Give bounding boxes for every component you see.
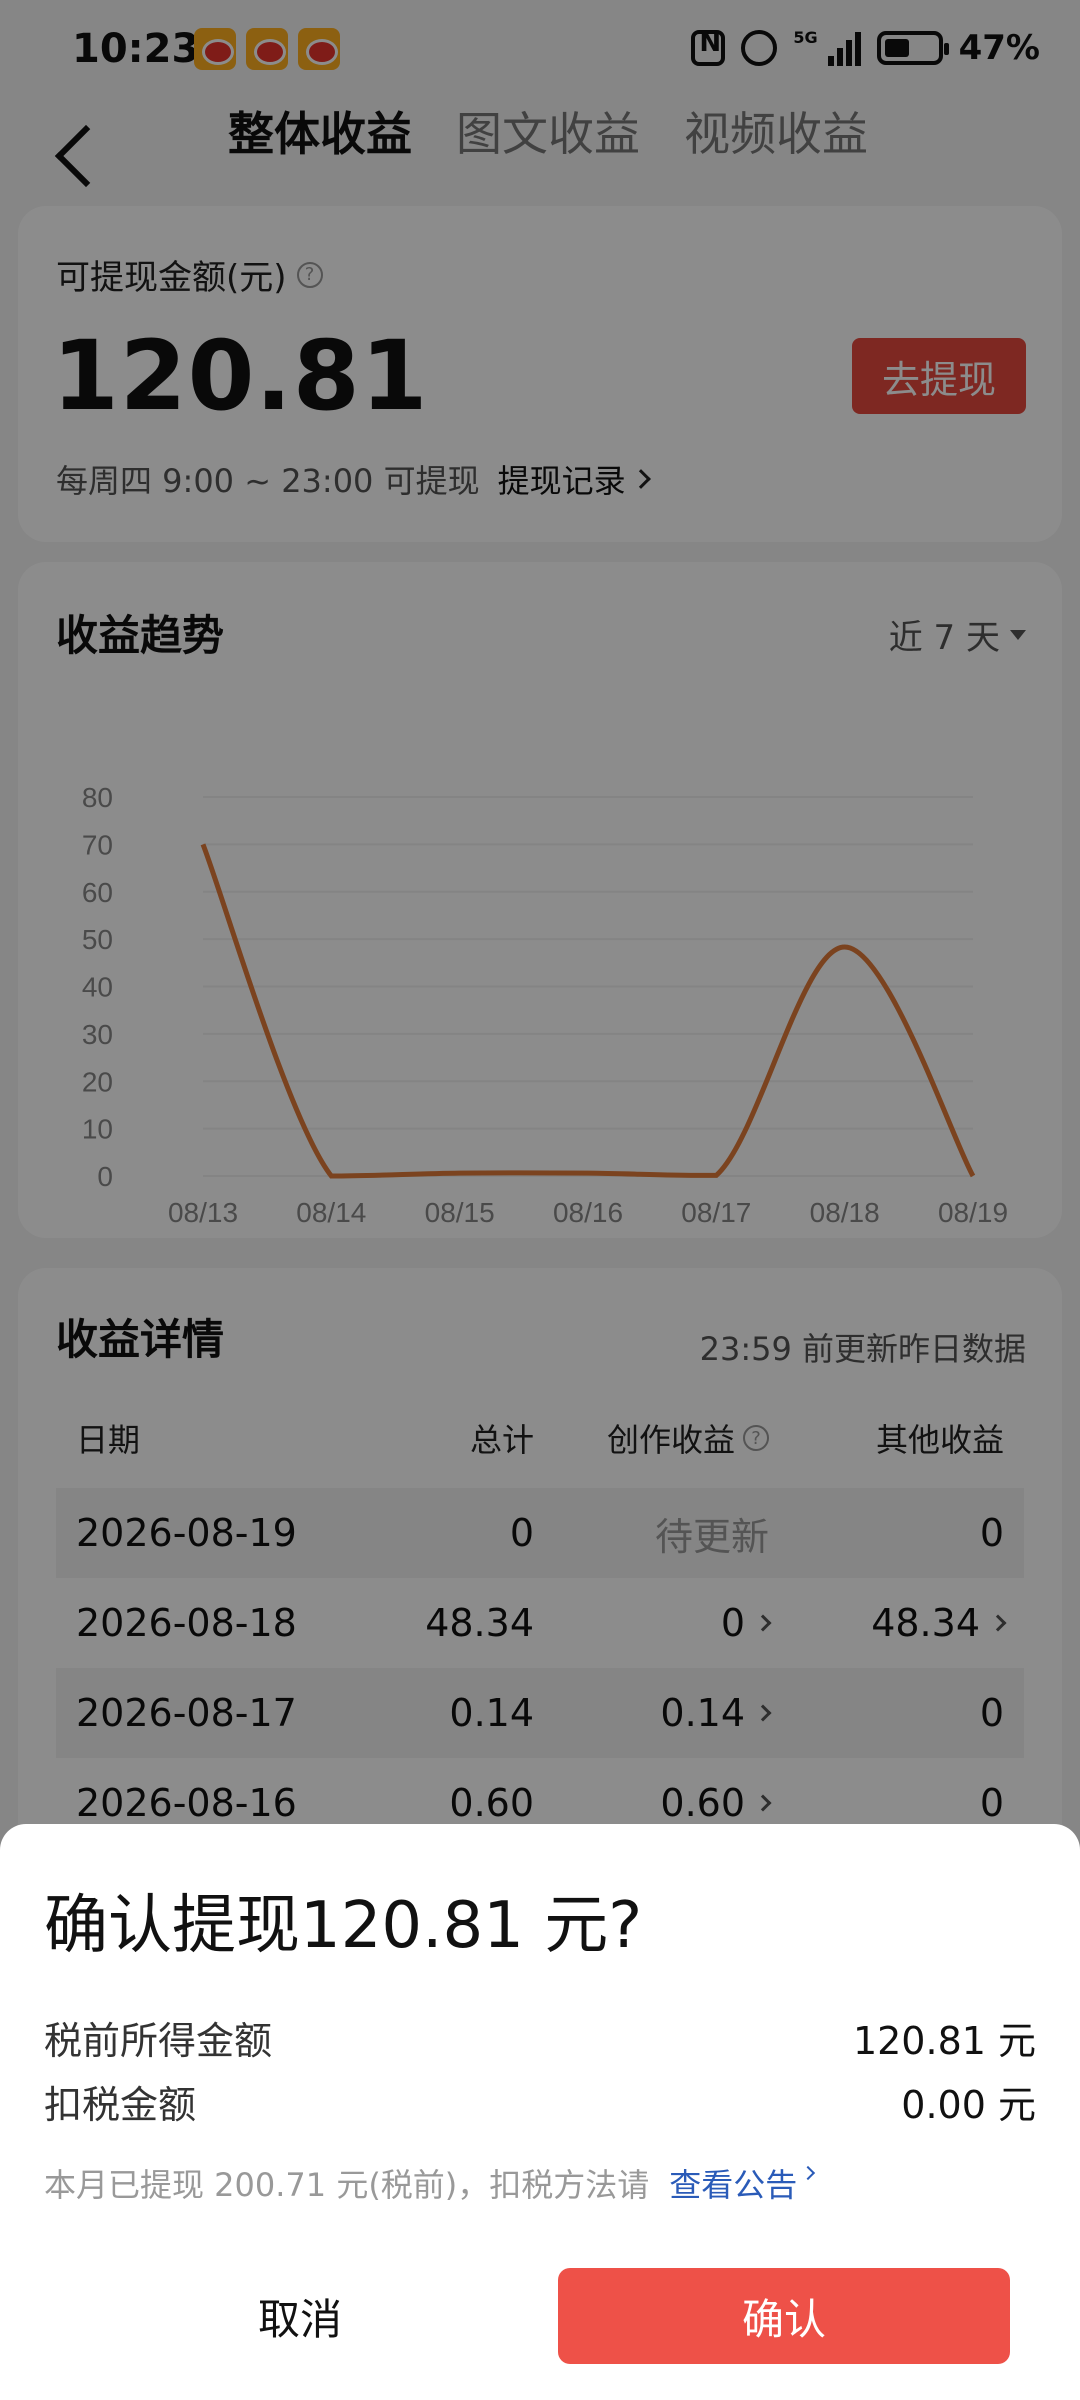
cancel-button[interactable]: 取消	[60, 2268, 540, 2364]
tax-row: 扣税金额 0.00 元	[44, 2074, 1036, 2129]
view-notice-link[interactable]: 查看公告	[669, 2160, 816, 2206]
sheet-note-text: 本月已提现 200.71 元(税前)，扣税方法请	[44, 2166, 650, 2204]
pretax-row: 税前所得金额 120.81 元	[44, 2010, 1036, 2065]
confirm-button[interactable]: 确认	[558, 2268, 1010, 2364]
withdraw-confirm-sheet: 确认提现120.81 元? 税前所得金额 120.81 元 扣税金额 0.00 …	[0, 1824, 1080, 2400]
view-notice-label: 查看公告	[669, 2166, 798, 2204]
chevron-right-icon	[801, 2165, 816, 2181]
sheet-title: 确认提现120.81 元?	[44, 1889, 643, 1963]
pretax-value: 120.81 元	[852, 2019, 1036, 2063]
pretax-label: 税前所得金额	[44, 2019, 273, 2063]
tax-value: 0.00 元	[901, 2083, 1036, 2127]
tax-label: 扣税金额	[44, 2083, 197, 2127]
sheet-note: 本月已提现 200.71 元(税前)，扣税方法请 查看公告	[44, 2160, 816, 2206]
